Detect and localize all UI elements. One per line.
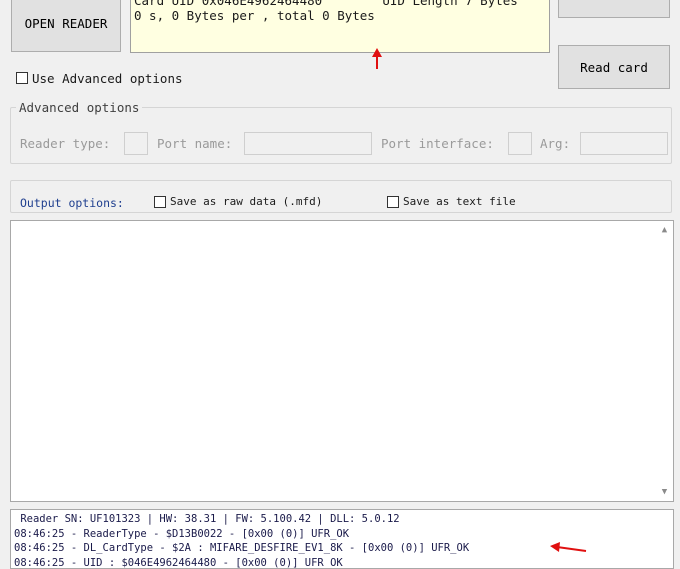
arg-field[interactable] — [580, 132, 668, 155]
save-text-file-label: Save as text file — [403, 195, 516, 208]
use-advanced-options-label: Use Advanced options — [32, 71, 183, 86]
transfer-stats-line: 0 s, 0 Bytes per , total 0 Bytes — [134, 8, 546, 23]
save-text-file-checkbox[interactable]: Save as text file — [387, 194, 516, 209]
port-interface-field[interactable] — [508, 132, 532, 155]
output-memo-scrollbar[interactable]: ▲ ▼ — [656, 221, 673, 501]
log-line: 08:46:25 - UID : $046E4962464480 - [0x00… — [14, 556, 670, 569]
scroll-up-icon[interactable]: ▲ — [662, 225, 667, 235]
save-raw-data-label: Save as raw data (.mfd) — [170, 195, 322, 208]
log-line: 08:46:25 - ReaderType - $D13B0022 - [0x0… — [14, 527, 670, 542]
annotation-arrow-left-icon — [548, 542, 588, 556]
arg-label: Arg: — [540, 136, 570, 151]
open-reader-button[interactable]: OPEN READER — [11, 0, 121, 52]
card-uid-line: Card UID 0x046E4962464480 UID Length 7 B… — [134, 0, 546, 8]
scroll-down-icon[interactable]: ▼ — [662, 487, 667, 497]
port-name-field[interactable] — [244, 132, 372, 155]
checkbox-box[interactable] — [387, 196, 399, 208]
save-raw-data-checkbox[interactable]: Save as raw data (.mfd) — [154, 194, 322, 209]
use-advanced-options-checkbox[interactable]: Use Advanced options — [16, 70, 183, 86]
reader-type-label: Reader type: — [20, 136, 110, 151]
output-options-label: Output options: — [20, 196, 124, 210]
checkbox-box[interactable] — [154, 196, 166, 208]
read-card-button[interactable]: Read card — [558, 45, 670, 89]
checkbox-box[interactable] — [16, 72, 28, 84]
reader-type-field[interactable] — [124, 132, 148, 155]
output-memo[interactable]: ▲ ▼ — [10, 220, 674, 502]
log-line: Reader SN: UF101323 | HW: 38.31 | FW: 5.… — [14, 512, 670, 527]
log-memo[interactable]: Reader SN: UF101323 | HW: 38.31 | FW: 5.… — [10, 509, 674, 569]
port-name-label: Port name: — [157, 136, 232, 151]
port-interface-label: Port interface: — [381, 136, 494, 151]
top-right-button[interactable] — [558, 0, 670, 18]
card-info-box: Card UID 0x046E4962464480 UID Length 7 B… — [130, 0, 550, 53]
annotation-arrow-up-icon — [370, 47, 384, 71]
advanced-options-legend: Advanced options — [16, 100, 142, 115]
